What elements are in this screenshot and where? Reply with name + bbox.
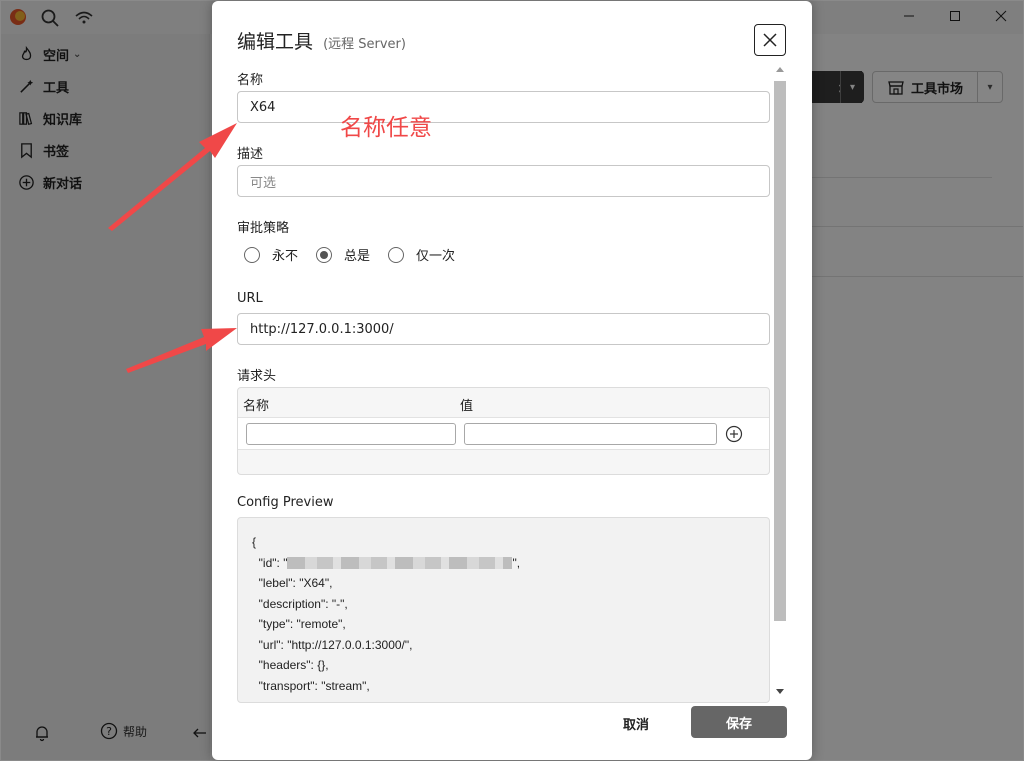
url-input[interactable]: http://127.0.0.1:3000/ <box>237 313 770 345</box>
radio-label: 仅一次 <box>416 249 456 264</box>
preview-line: "type": "remote", <box>252 617 346 631</box>
scroll-down-icon[interactable] <box>775 688 785 696</box>
description-label: 描述 <box>237 147 264 162</box>
preview-line: "url": "http://127.0.0.1:3000/", <box>252 637 413 652</box>
annotation-note: 名称任意 <box>340 115 432 141</box>
preview-line-id: "id": " ", <box>252 553 769 574</box>
name-input[interactable]: X64 <box>237 91 770 123</box>
scroll-thumb[interactable] <box>774 81 786 621</box>
preview-id-suffix: ", <box>512 555 521 570</box>
headers-table: 名称 值 <box>237 387 770 475</box>
header-name-input[interactable] <box>246 423 456 445</box>
edit-tool-dialog: 编辑工具 (远程 Server) 名称 X64 描述 可选 审批策略 永不 总是… <box>212 1 812 760</box>
description-input[interactable]: 可选 <box>237 165 770 197</box>
scroll-up-icon[interactable] <box>775 65 785 73</box>
config-preview-label: Config Preview <box>237 495 334 510</box>
headers-col-value: 值 <box>460 399 474 414</box>
headers-col-name: 名称 <box>243 399 270 414</box>
url-label: URL <box>237 291 263 306</box>
dialog-subtitle: (远程 Server) <box>323 37 406 52</box>
close-icon <box>763 33 777 47</box>
radio-dot <box>320 250 329 259</box>
approval-option-once[interactable]: 仅一次 <box>388 245 455 264</box>
radio-label: 总是 <box>344 249 371 264</box>
approval-policy-label: 审批策略 <box>237 221 290 236</box>
dialog-title: 编辑工具 (远程 Server) <box>237 27 406 54</box>
headers-label: 请求头 <box>237 369 277 384</box>
preview-line: { <box>252 535 257 549</box>
radio-button[interactable] <box>388 246 405 263</box>
dialog-close-button[interactable] <box>754 24 786 56</box>
add-circle-icon[interactable] <box>725 425 743 443</box>
preview-line: "transport": "stream", <box>252 678 370 693</box>
header-value-input[interactable] <box>464 423 717 445</box>
headers-table-header: 名称 值 <box>238 388 769 418</box>
cancel-button[interactable]: 取消 <box>606 707 666 739</box>
config-preview: { "id": " ", "lebel": "X64", "description… <box>237 517 770 703</box>
preview-line: "description": "-", <box>252 596 348 611</box>
save-button[interactable]: 保存 <box>691 706 787 738</box>
preview-line: "headers": {}, <box>252 658 329 672</box>
dialog-title-text: 编辑工具 <box>237 31 314 53</box>
redacted-id <box>287 557 513 570</box>
name-label: 名称 <box>237 73 264 88</box>
approval-option-never[interactable]: 永不 <box>244 245 298 264</box>
preview-id-prefix: "id": " <box>252 555 288 570</box>
radio-button-selected[interactable] <box>316 246 333 263</box>
radio-label: 永不 <box>272 249 299 264</box>
radio-button[interactable] <box>244 246 260 263</box>
approval-option-always[interactable]: 总是 <box>316 245 370 264</box>
scrollbar[interactable] <box>772 63 790 701</box>
table-row <box>238 418 769 450</box>
preview-line: "lebel": "X64", <box>252 576 333 590</box>
approval-policy-radio-group: 永不 总是 仅一次 <box>244 245 473 264</box>
